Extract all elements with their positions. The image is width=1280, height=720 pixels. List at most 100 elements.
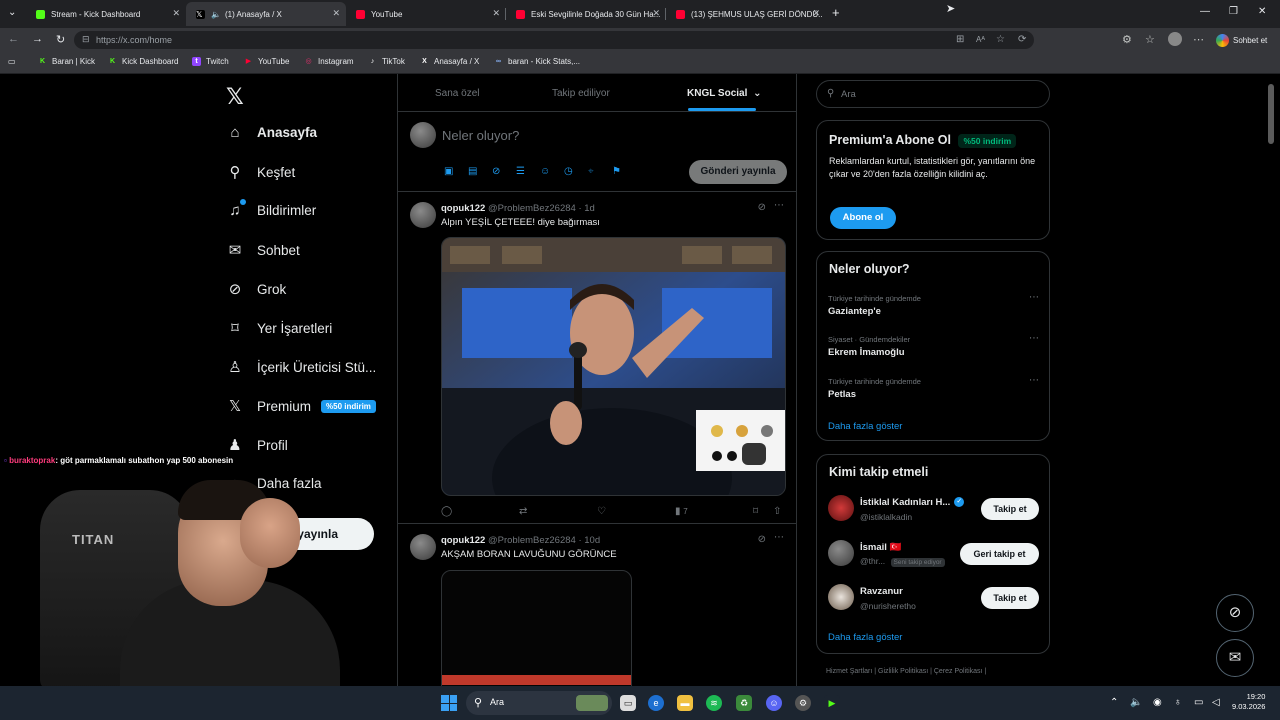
favorite-star-icon[interactable]: ☆: [996, 34, 1005, 45]
retweet-icon[interactable]: ⇄: [519, 506, 527, 517]
bookmark-tiktok[interactable]: ♪ TikTok: [368, 57, 405, 66]
bookmark-instagram[interactable]: ◎ Instagram: [304, 57, 353, 66]
more-options-icon[interactable]: ⋯: [774, 200, 784, 211]
more-options-icon[interactable]: ⋯: [774, 532, 784, 543]
edge-icon[interactable]: e: [648, 695, 664, 711]
copilot-chat-button[interactable]: Sohbet et: [1216, 31, 1267, 49]
tab-kngl-social[interactable]: KNGL Social ⌄: [687, 88, 762, 99]
follow-button[interactable]: Takip et: [981, 498, 1039, 520]
taskbar-clock[interactable]: 19:20 9.03.2026: [1232, 692, 1265, 712]
tweet-video[interactable]: [441, 237, 786, 496]
browser-tab-kick-dashboard[interactable]: Stream - Kick Dashboard ✕: [26, 2, 186, 26]
footer-links[interactable]: Hizmet Şartları | Gizlilik Politikası | …: [826, 668, 986, 675]
grok-icon[interactable]: ⊘: [758, 534, 766, 545]
follow-suggestion-name[interactable]: İsmail 🇹🇷: [860, 542, 901, 553]
browser-tab-youtube[interactable]: YouTube ✕: [346, 2, 506, 26]
mic-icon[interactable]: ♁: [1174, 697, 1182, 708]
avatar[interactable]: [410, 122, 436, 148]
kick-app-icon[interactable]: ▶: [824, 695, 840, 711]
bookmark-kick-dashboard[interactable]: K Kick Dashboard: [108, 57, 179, 66]
trend-more-icon[interactable]: ⋯: [1029, 375, 1039, 386]
tweet-author[interactable]: qopuk122 @ProblemBez26284 · 10d: [441, 535, 600, 546]
trend-more-icon[interactable]: ⋯: [1029, 333, 1039, 344]
display-icon[interactable]: ▭: [1194, 697, 1203, 708]
grok-fab-icon[interactable]: ⊘: [1216, 594, 1254, 632]
tray-overflow-icon[interactable]: ⌃: [1110, 697, 1118, 708]
speaker-icon[interactable]: 🔈: [211, 10, 221, 19]
new-tab-button[interactable]: +: [832, 5, 840, 20]
views-button[interactable]: ▮ 7: [675, 506, 688, 517]
x-logo-icon[interactable]: 𝕏: [226, 84, 244, 110]
tab-following[interactable]: Takip ediliyor: [552, 88, 610, 99]
bookmark-icon[interactable]: ⌑: [753, 506, 758, 517]
refresh-icon[interactable]: ↻: [56, 33, 65, 46]
steam-icon[interactable]: ⚙: [795, 695, 811, 711]
follow-suggestion-name[interactable]: Ravzanur: [860, 586, 903, 597]
volume-icon[interactable]: ◁: [1212, 697, 1220, 708]
nav-premium[interactable]: 𝕏 Premium %50 indirim: [226, 397, 376, 415]
menu-dots-icon[interactable]: ⋯: [1193, 33, 1204, 46]
restore-icon[interactable]: ❐: [1229, 6, 1238, 17]
nav-chat[interactable]: ✉ Sohbet: [226, 241, 300, 259]
avatar[interactable]: [410, 534, 436, 560]
shield-icon[interactable]: ◉: [1153, 697, 1162, 708]
spotify-icon[interactable]: ≋: [706, 695, 722, 711]
follow-back-button[interactable]: Geri takip et: [960, 543, 1039, 565]
publish-button[interactable]: Gönderi yayınla: [689, 160, 787, 184]
close-tab-icon[interactable]: ✕: [332, 8, 340, 19]
bookmark-x-home[interactable]: X Anasayfa / X: [420, 57, 479, 66]
site-info-icon[interactable]: ⊟: [82, 34, 90, 45]
nav-profile[interactable]: ♟ Profil: [226, 436, 288, 454]
bookmark-youtube[interactable]: ▶ YouTube: [244, 57, 290, 66]
install-app-icon[interactable]: ⊞: [956, 34, 964, 45]
url-field[interactable]: ⊟ https://x.com/home ⊞ Aᴬ ☆ ⟳: [74, 31, 1034, 49]
nav-grok[interactable]: ⊘ Grok: [226, 280, 287, 298]
read-aloud-icon[interactable]: Aᴬ: [976, 35, 985, 44]
subscribe-button[interactable]: Abone ol: [830, 207, 896, 229]
bookmarks-menu-icon[interactable]: ▭: [8, 57, 16, 66]
browser-tab-youtube-video-2[interactable]: (13) ŞEHMUS ULAŞ GERİ DÖNDÜ... ✕: [666, 2, 826, 26]
close-tab-icon[interactable]: ✕: [172, 8, 180, 19]
favorites-icon[interactable]: ☆: [1145, 33, 1155, 46]
share-icon[interactable]: ⇧: [773, 506, 781, 517]
bookmark-kick-stats[interactable]: ∞ baran - Kick Stats,...: [494, 57, 580, 66]
tweet[interactable]: qopuk122 @ProblemBez26284 · 10d ⊘ ⋯ AKŞA…: [398, 524, 796, 686]
flag-icon[interactable]: ⚑: [612, 166, 621, 177]
tab-for-you[interactable]: Sana özel: [435, 88, 479, 99]
forward-icon[interactable]: →: [32, 33, 43, 45]
grok-icon[interactable]: ⊘: [758, 202, 766, 213]
tweet-video[interactable]: [441, 570, 632, 686]
tweet-author[interactable]: qopuk122 @ProblemBez26284 · 1d: [441, 203, 595, 214]
app-icon[interactable]: ♻: [736, 695, 752, 711]
task-view-icon[interactable]: ▭: [620, 695, 636, 711]
show-more-trends-link[interactable]: Daha fazla göster: [828, 421, 902, 432]
trend-item[interactable]: Gaziantep'e: [828, 306, 881, 317]
schedule-icon[interactable]: ◷: [564, 166, 573, 177]
image-icon[interactable]: ▣: [444, 166, 453, 177]
discord-icon[interactable]: ☺: [766, 695, 782, 711]
nav-creator-studio[interactable]: ♙ İçerik Üreticisi Stü...: [226, 358, 376, 376]
page-scrollbar[interactable]: [1268, 84, 1274, 144]
location-icon[interactable]: ⌖: [588, 166, 594, 177]
avatar[interactable]: [410, 202, 436, 228]
grok-image-icon[interactable]: ⊘: [492, 166, 500, 177]
avatar[interactable]: [828, 584, 854, 610]
nav-notifications[interactable]: ♫ Bildirimler: [226, 199, 316, 219]
nav-explore[interactable]: ⚲ Keşfet: [226, 163, 296, 181]
like-icon[interactable]: ♡: [597, 506, 606, 517]
trend-item[interactable]: Petlas: [828, 389, 856, 400]
bookmark-twitch[interactable]: t Twitch: [192, 57, 229, 66]
speaker-icon[interactable]: 🔈: [1130, 697, 1142, 708]
tweet[interactable]: qopuk122 @ProblemBez26284 · 1d ⊘ ⋯ Alpın…: [398, 192, 796, 524]
close-tab-icon[interactable]: ✕: [492, 8, 500, 19]
avatar[interactable]: [828, 540, 854, 566]
browser-tab-x-home[interactable]: 𝕏 🔈 (1) Anasayfa / X ✕: [186, 2, 346, 26]
browser-tab-youtube-video-1[interactable]: Eski Sevgilinle Doğada 30 Gün Ha... ✕: [506, 2, 666, 26]
profile-avatar[interactable]: [1168, 32, 1182, 46]
messages-fab-icon[interactable]: ✉: [1216, 639, 1254, 677]
follow-button[interactable]: Takip et: [981, 587, 1039, 609]
trend-more-icon[interactable]: ⋯: [1029, 292, 1039, 303]
gif-icon[interactable]: ▤: [468, 166, 477, 177]
avatar[interactable]: [828, 495, 854, 521]
bookmark-baran-kick[interactable]: K Baran | Kick: [38, 57, 95, 66]
